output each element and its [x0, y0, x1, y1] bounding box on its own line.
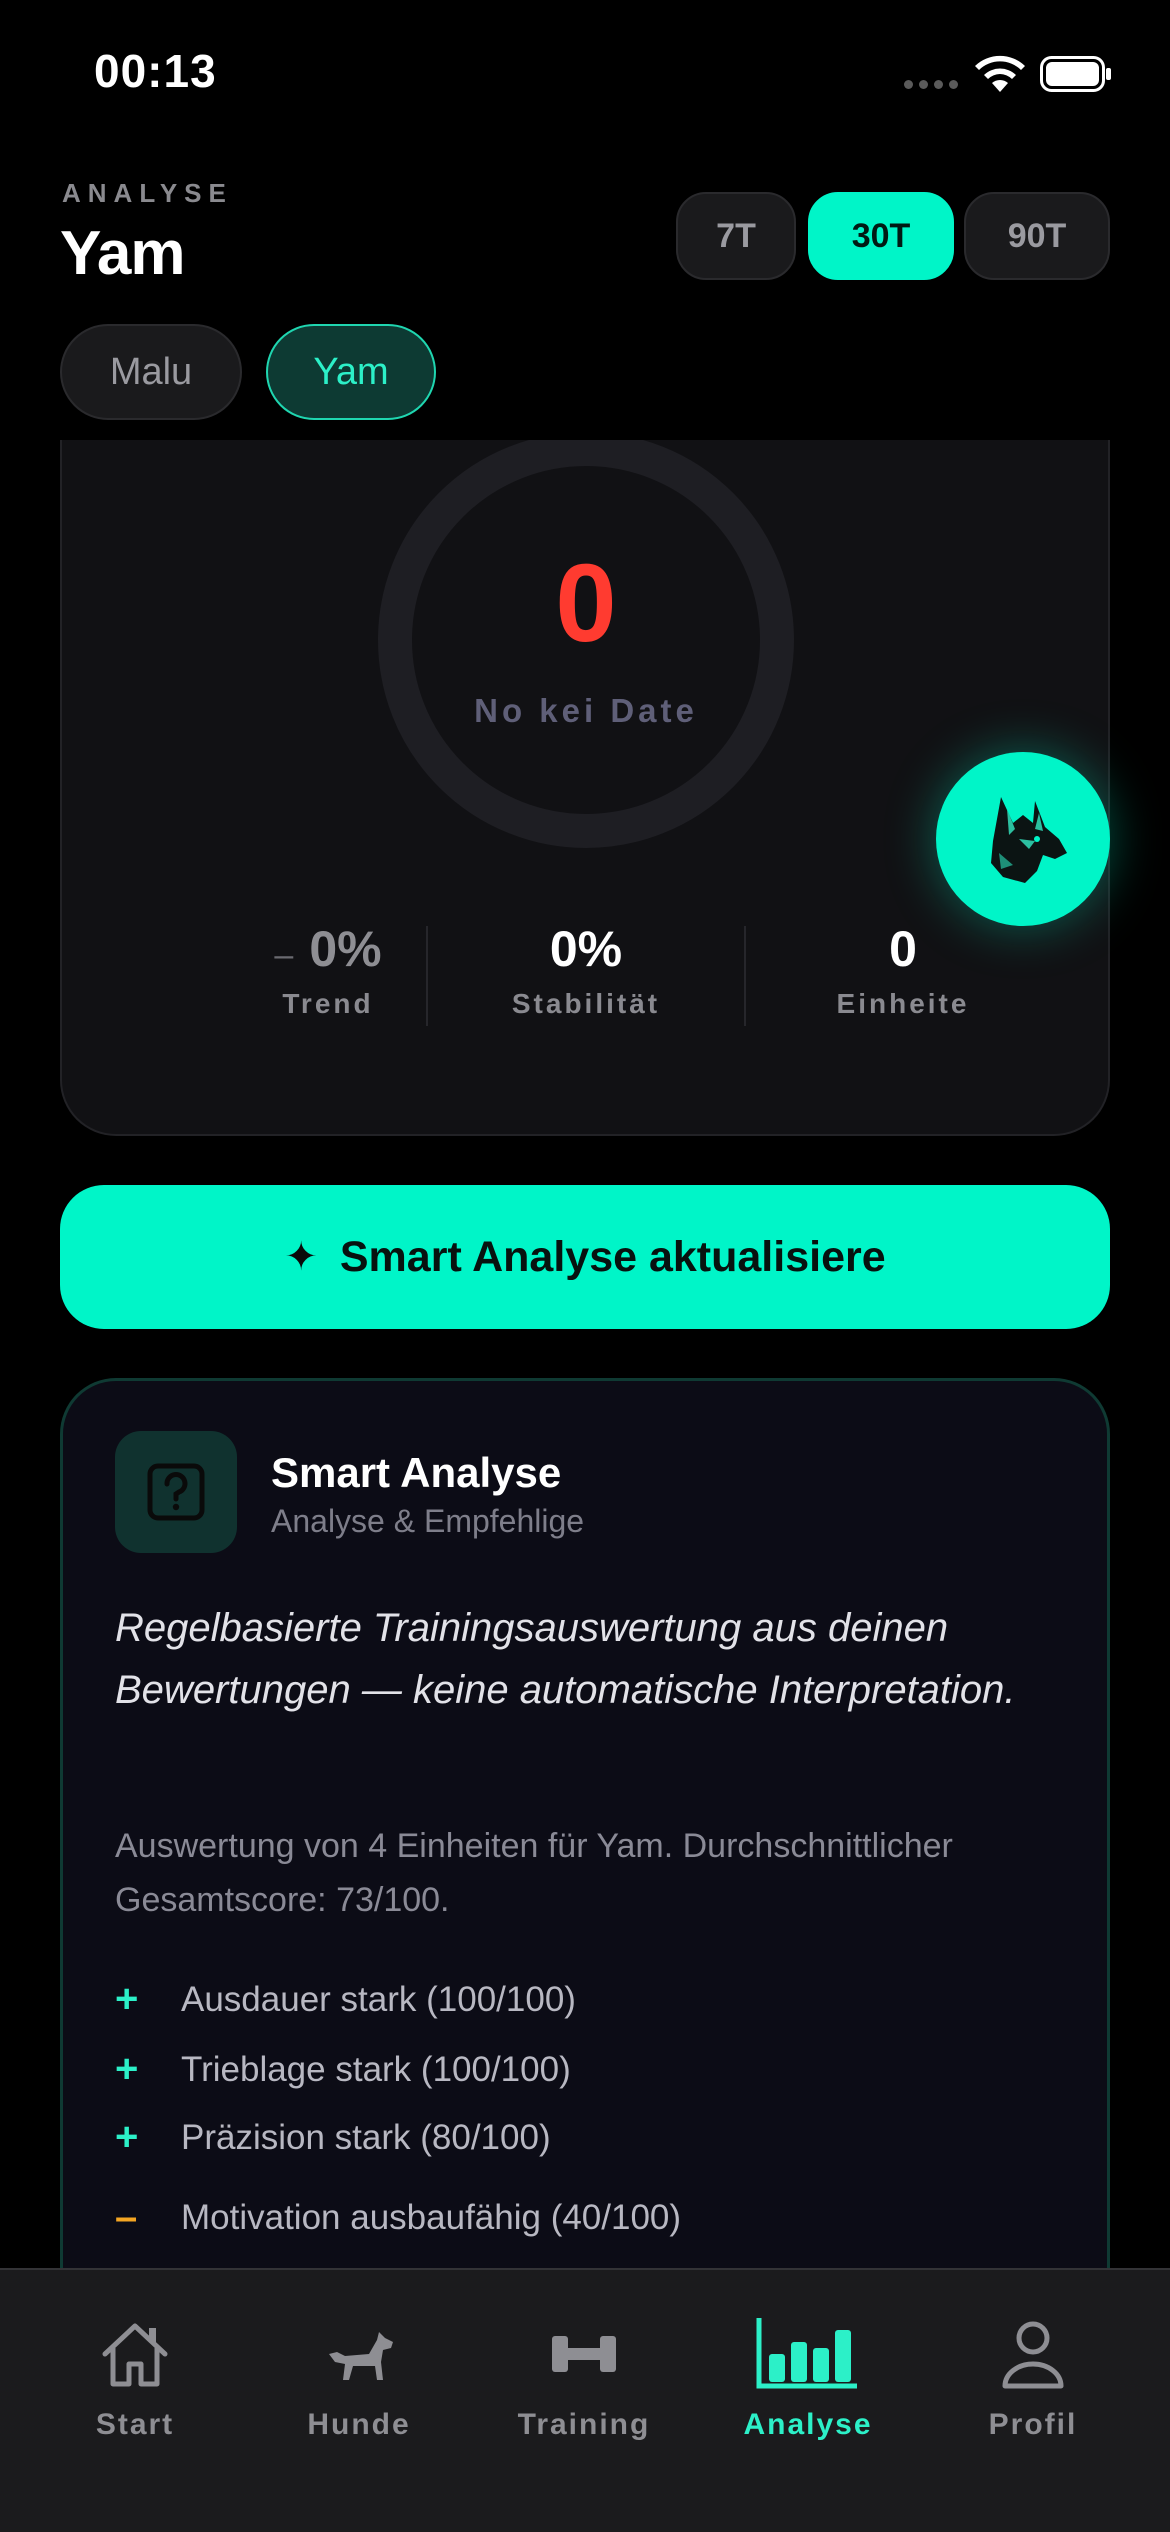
dog-chip-malu[interactable]: Malu: [60, 324, 242, 420]
analysis-title: Smart Analyse: [271, 1449, 562, 1496]
period-7t-button[interactable]: 7T: [676, 192, 796, 280]
analysis-subtitle: Analyse & Empfehlige: [271, 1503, 585, 1539]
minus-icon: –: [115, 2195, 138, 2239]
finding-item: + Trieblage stark (100/100): [115, 2047, 571, 2092]
tab-label: Training: [517, 2408, 651, 2441]
finding-text: Motivation ausbaufähig (40/100): [181, 2197, 682, 2237]
finding-text: Ausdauer stark (100/100): [181, 1979, 576, 2019]
stat-divider: [744, 926, 746, 1026]
stability-value: 0%: [549, 921, 623, 977]
battery-icon: [1040, 56, 1111, 92]
stat-units: 0 Einheite: [753, 920, 1053, 1020]
stat-divider: [426, 926, 428, 1026]
cta-label: Smart Analyse aktualisiere: [339, 1232, 886, 1281]
units-value: 0: [889, 921, 917, 977]
score-label: No kei Date: [474, 692, 698, 729]
smart-analysis-card: Smart Analyse Analyse & Empfehlige Regel…: [60, 1378, 1110, 2278]
tab-analyse[interactable]: Analyse: [708, 2314, 908, 2454]
tab-profil[interactable]: Profil: [933, 2314, 1133, 2454]
analysis-icon-box: [115, 1431, 237, 1553]
plus-icon: +: [115, 1977, 139, 2021]
plus-icon: +: [115, 2115, 139, 2159]
finding-text: Präzision stark (80/100): [181, 2117, 551, 2157]
tab-start[interactable]: Start: [35, 2314, 235, 2454]
dumbbell-icon: [552, 2336, 616, 2372]
tab-training[interactable]: Training: [484, 2314, 684, 2454]
tab-bar: Start Hunde Training Analyse Profil: [0, 2268, 1170, 2532]
mascot-assistant-button[interactable]: [936, 752, 1110, 926]
person-icon: [1002, 2321, 1064, 2389]
tab-label: Analyse: [743, 2408, 873, 2441]
units-label: Einheite: [836, 988, 970, 1019]
tab-label: Start: [95, 2408, 175, 2441]
tab-hunde[interactable]: Hunde: [259, 2314, 459, 2454]
page-title: Yam: [60, 219, 186, 288]
dog-icon: [329, 2332, 393, 2380]
question-mark-icon: [147, 1463, 205, 1521]
finding-item: + Präzision stark (80/100): [115, 2115, 551, 2160]
dog-chip-yam[interactable]: Yam: [266, 324, 436, 420]
smart-analysis-refresh-button[interactable]: ✦ Smart Analyse aktualisiere: [60, 1185, 1110, 1329]
cellular-signal-icon: [904, 80, 960, 92]
wifi-icon: [975, 55, 1025, 92]
analysis-screen: 00:13 ANALYSE Yam 7T 30T 90T Malu Yam 0 …: [0, 0, 1170, 2532]
header-kicker: ANALYSE: [62, 178, 233, 208]
finding-text: Trieblage stark (100/100): [181, 2049, 571, 2089]
score-value: 0: [555, 542, 617, 665]
tab-label: Hunde: [307, 2408, 411, 2441]
bar-chart-icon: [756, 2318, 857, 2389]
home-icon: [102, 2323, 168, 2387]
analysis-lead-text: Regelbasierte Trainingsauswertung aus de…: [115, 1606, 1016, 1712]
finding-item: – Motivation ausbaufähig (40/100): [115, 2195, 681, 2240]
analysis-summary-text: Auswertung von 4 Einheiten für Yam. Durc…: [115, 1827, 953, 1919]
finding-item: + Ausdauer stark (100/100): [115, 1977, 576, 2022]
stat-trend: –0% Trend: [178, 920, 478, 1020]
trend-dash: –: [274, 936, 294, 974]
shepherd-dog-icon: [991, 797, 1067, 883]
status-time: 00:13: [94, 45, 217, 97]
trend-value: 0%: [309, 921, 382, 977]
trend-label: Trend: [282, 988, 374, 1019]
period-90t-button[interactable]: 90T: [964, 192, 1110, 280]
status-bar: 00:13: [0, 0, 1170, 150]
plus-icon: +: [115, 2047, 139, 2091]
sparkle-icon: ✦: [284, 1235, 318, 1279]
stability-label: Stabilität: [511, 988, 661, 1019]
stat-stability: 0% Stabilität: [436, 920, 736, 1020]
period-30t-button[interactable]: 30T: [808, 192, 954, 280]
tab-label: Profil: [988, 2408, 1078, 2441]
